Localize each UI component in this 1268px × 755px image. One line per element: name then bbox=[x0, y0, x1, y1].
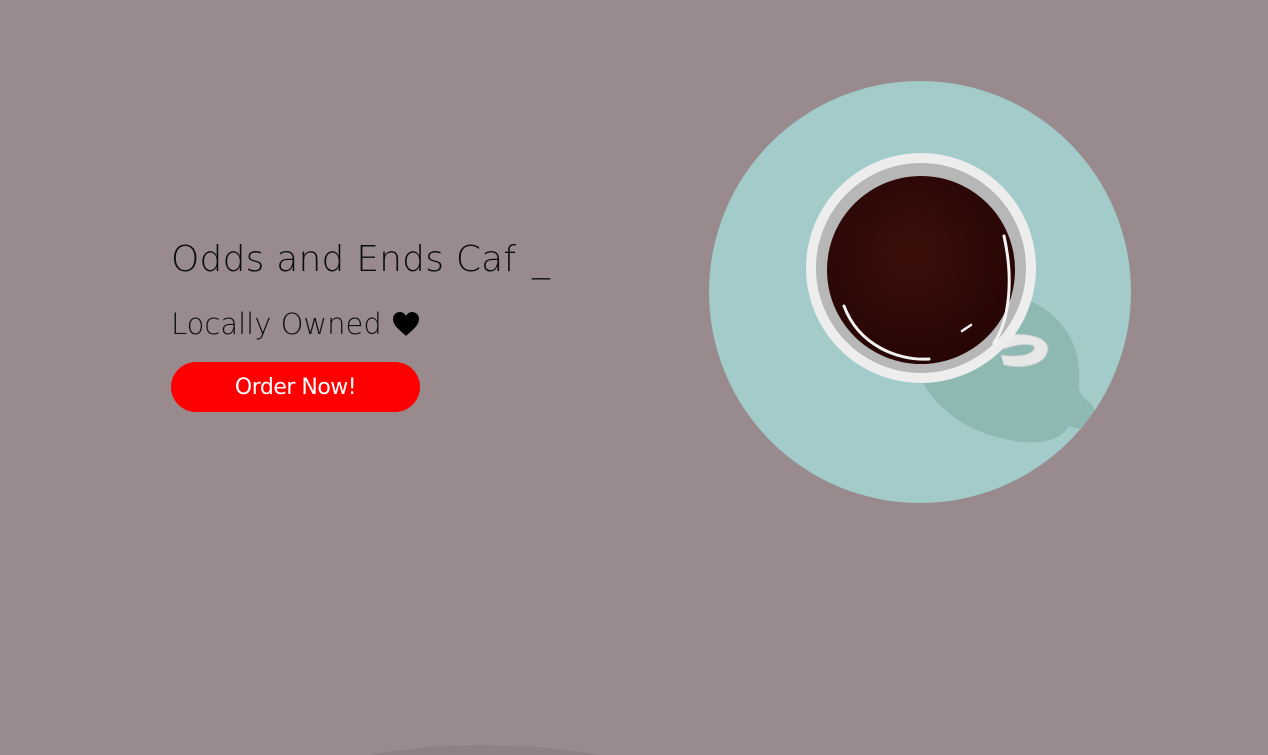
landing-page: Odds and Ends Caf _ Locally Owned Order … bbox=[0, 0, 1268, 755]
order-now-button[interactable]: Order Now! bbox=[171, 362, 420, 412]
bottom-wave bbox=[370, 745, 600, 755]
page-title: Odds and Ends Caf _ bbox=[171, 236, 591, 284]
heart-icon bbox=[392, 312, 419, 336]
coffee-surface bbox=[827, 176, 1015, 364]
tagline-text: Locally Owned bbox=[171, 307, 382, 341]
title-text: Odds and Ends Caf bbox=[171, 239, 517, 280]
tagline: Locally Owned bbox=[171, 304, 591, 344]
hero-section: Odds and Ends Caf _ Locally Owned Order … bbox=[171, 236, 591, 412]
coffee-cup-illustration bbox=[709, 81, 1131, 503]
typing-cursor: _ bbox=[531, 239, 551, 280]
